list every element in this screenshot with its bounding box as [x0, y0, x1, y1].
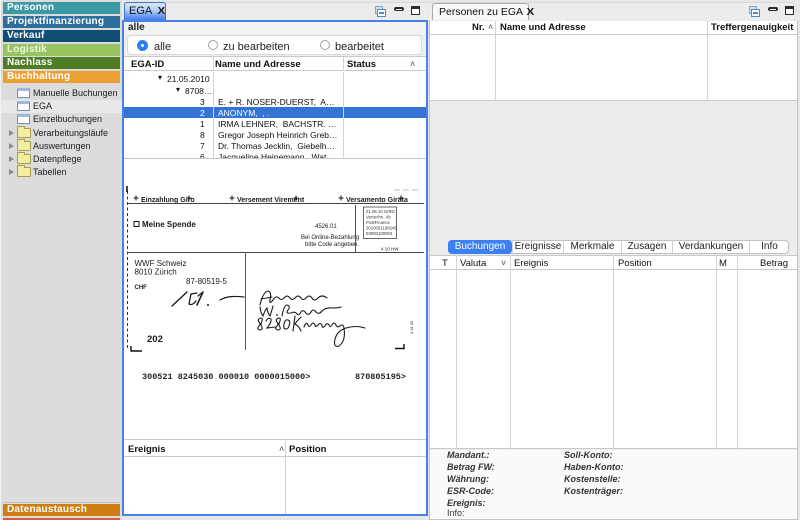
svg-text:Meine Spende: Meine Spende: [142, 220, 196, 229]
svg-text:4 41 02: 4 41 02: [409, 320, 414, 334]
svg-text:4 10 HW: 4 10 HW: [381, 247, 399, 252]
svg-text:300521 8245030 000010 00000150: 300521 8245030 000010 0000015000>: [142, 372, 310, 382]
svg-text:4526.01: 4526.01: [315, 224, 337, 230]
svg-text:8010 Zürich: 8010 Zürich: [135, 268, 177, 277]
svg-text:21.05.10 GIRO: 21.05.10 GIRO: [366, 209, 396, 214]
svg-text:870805195>: 870805195>: [355, 372, 406, 382]
svg-text:CHF: CHF: [135, 285, 148, 291]
svg-text:PostFinance: PostFinance: [366, 220, 390, 225]
svg-text:Verrechn. Ab: Verrechn. Ab: [366, 215, 391, 220]
svg-text:Bei Online-Bezahlung: Bei Online-Bezahlung: [301, 235, 359, 241]
svg-text:03000100004: 03000100004: [366, 231, 393, 236]
svg-text:202: 202: [147, 334, 163, 345]
svg-text:bitte Code angeben.: bitte Code angeben.: [305, 242, 359, 248]
svg-text:87-80519-5: 87-80519-5: [186, 277, 227, 286]
svg-text:2010051198245: 2010051198245: [366, 226, 397, 231]
